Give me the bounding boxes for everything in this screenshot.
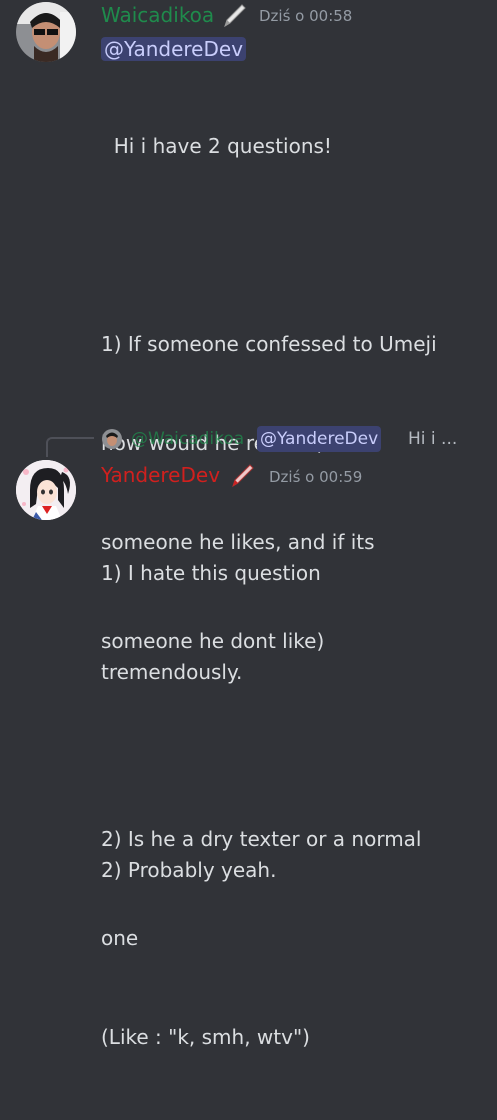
message-line: 1) I hate this question [101, 561, 321, 585]
message-line: (Like : "k, smh, wtv") [101, 1025, 310, 1049]
avatar[interactable] [16, 460, 76, 520]
message-line: Hi i have 2 questions! [101, 134, 332, 158]
message-line: 1) If someone confessed to Umeji [101, 332, 437, 356]
reply-avatar [102, 429, 122, 449]
avatar-portrait-icon [16, 2, 76, 62]
message-line [101, 229, 491, 262]
message-line: tremendously. [101, 660, 243, 684]
author-name[interactable]: YandereDev [101, 463, 220, 487]
message-line [101, 755, 491, 788]
timestamp: Dziś o 00:59 [269, 468, 363, 486]
timestamp: Dziś o 00:58 [259, 7, 353, 25]
message-1: Waicadikoa Dziś o 00:58 @YandereDev Hi i… [0, 0, 497, 1049]
mention[interactable]: @YandereDev [101, 37, 247, 61]
reply-connector [46, 437, 94, 457]
message-body: 1) I hate this question tremendously. 2)… [101, 491, 491, 953]
reply-mention[interactable]: @YandereDev [257, 426, 382, 452]
avatar-anime-girl-icon [16, 460, 76, 520]
pen-icon [224, 4, 246, 28]
message-2: YandereDev Dziś o 00:59 1) I hate this q… [0, 455, 497, 882]
avatar[interactable] [16, 2, 76, 62]
reply-snippet: Hi i ... [408, 429, 458, 449]
avatar-portrait-icon [102, 429, 122, 449]
reply-author[interactable]: @Waicadikoa [131, 426, 244, 452]
pen-icon [232, 464, 254, 488]
author-name[interactable]: Waicadikoa [101, 3, 214, 27]
message-line: 2) Probably yeah. [101, 858, 277, 882]
